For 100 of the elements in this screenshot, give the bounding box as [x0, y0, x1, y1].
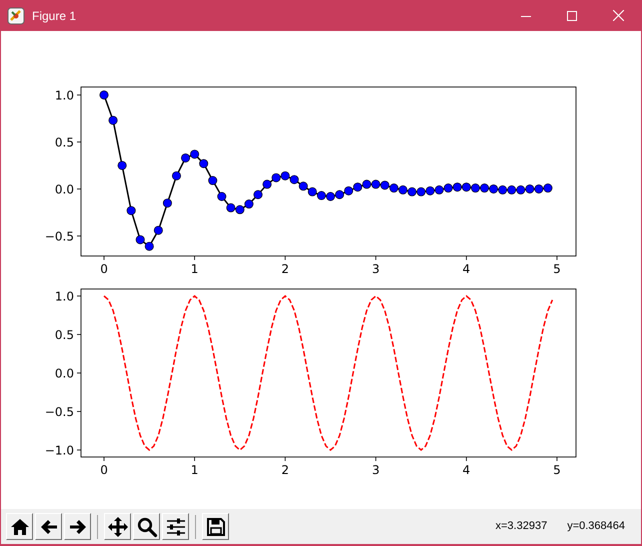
data-point	[344, 186, 354, 196]
x-tick-label: 0	[100, 262, 108, 276]
data-point	[498, 185, 508, 194]
data-point	[353, 182, 362, 192]
x-tick-label: 1	[190, 463, 198, 477]
x-tick: 2	[281, 256, 290, 276]
data-point	[118, 160, 127, 170]
data-point	[272, 173, 281, 182]
y-tick-label: 0.5	[54, 328, 74, 342]
x-tick-label: 4	[462, 262, 470, 276]
y-tick: 0.0	[54, 366, 82, 380]
x-tick: 0	[100, 256, 108, 276]
data-point	[316, 191, 326, 200]
x-tick: 5	[553, 256, 561, 276]
data-point	[489, 184, 498, 194]
x-tick: 3	[372, 456, 380, 477]
data-point	[452, 182, 462, 192]
data-point	[100, 90, 108, 100]
data-point	[525, 184, 534, 194]
data-point	[308, 187, 317, 196]
data-point	[326, 192, 335, 201]
data-point	[126, 206, 136, 216]
data-point	[298, 182, 308, 191]
data-point	[543, 184, 552, 193]
x-tick: 2	[281, 456, 290, 477]
data-point	[172, 171, 181, 180]
data-point	[208, 176, 218, 186]
data-point	[162, 198, 172, 208]
data-point	[434, 185, 444, 194]
pan-button[interactable]	[104, 513, 131, 540]
x-tick-label: 3	[372, 463, 380, 477]
y-tick-label: −1.0	[44, 443, 74, 458]
zoom-button[interactable]	[133, 513, 160, 540]
x-tick-label: 0	[100, 463, 108, 477]
window-title: Figure 1	[32, 8, 76, 24]
data-point	[362, 180, 372, 189]
home-button[interactable]	[6, 513, 33, 540]
data-point	[534, 184, 544, 194]
y-tick: 1.0	[54, 88, 82, 102]
back-button[interactable]	[35, 513, 62, 540]
data-point	[136, 235, 145, 244]
data-point	[380, 180, 390, 190]
y-tick-label: 0.0	[54, 366, 74, 380]
y-tick: −0.5	[44, 229, 82, 244]
data-point	[244, 200, 254, 209]
x-tick-label: 1	[190, 262, 198, 276]
y-tick-label: 0.5	[54, 135, 74, 150]
data-point	[226, 203, 236, 212]
x-tick-label: 3	[372, 262, 380, 276]
sliders-icon	[164, 516, 186, 538]
y-tick-label: 1.0	[54, 88, 74, 102]
data-point	[398, 185, 408, 194]
y-tick-label: 0.0	[54, 182, 74, 196]
y-tick: 0.0	[54, 182, 82, 196]
y-tick-label: 1.0	[54, 290, 74, 304]
x-tick: 4	[462, 256, 470, 276]
data-point	[217, 192, 226, 201]
data-point	[416, 187, 426, 196]
x-tick: 1	[190, 456, 198, 477]
x-tick-label: 5	[553, 463, 561, 477]
forward-button[interactable]	[64, 513, 91, 540]
x-tick-label: 2	[281, 463, 290, 477]
cursor-coordinate: y=0.368464	[567, 519, 625, 534]
data-point	[290, 175, 299, 184]
search-icon	[136, 516, 158, 538]
x-tick-label: 2	[281, 262, 290, 276]
y-tick: −0.5	[44, 405, 82, 419]
data-point	[235, 205, 244, 214]
data-point	[408, 187, 417, 196]
data-point	[507, 185, 516, 194]
data-point	[444, 184, 453, 193]
y-tick-label: −0.5	[44, 404, 74, 419]
close-icon[interactable]	[613, 10, 624, 21]
configure-button[interactable]	[162, 513, 189, 540]
data-point	[371, 180, 380, 189]
y-tick: −1.0	[44, 444, 82, 458]
y-tick: 0.5	[54, 328, 82, 342]
data-point	[480, 184, 489, 193]
data-point	[470, 184, 480, 193]
data-point	[190, 150, 200, 159]
y-tick: 1.0	[54, 290, 82, 304]
maximize-icon[interactable]	[567, 10, 577, 20]
data-point	[280, 171, 290, 180]
data-point	[426, 186, 435, 196]
data-point	[462, 182, 471, 192]
data-point	[181, 153, 190, 162]
x-tick: 1	[190, 256, 198, 276]
save-button[interactable]	[202, 513, 229, 540]
x-tick-label: 4	[462, 463, 470, 477]
data-point	[144, 242, 154, 251]
x-tick-label: 5	[553, 262, 561, 276]
x-tick: 0	[100, 456, 108, 477]
x-tick: 5	[553, 456, 561, 477]
x-tick: 4	[462, 456, 470, 477]
data-point	[335, 190, 344, 200]
data-point	[199, 159, 208, 168]
data-point	[516, 185, 526, 194]
data-point	[262, 180, 272, 189]
cursor-coordinate: x=3.32937	[496, 519, 548, 534]
data-point	[254, 190, 263, 200]
